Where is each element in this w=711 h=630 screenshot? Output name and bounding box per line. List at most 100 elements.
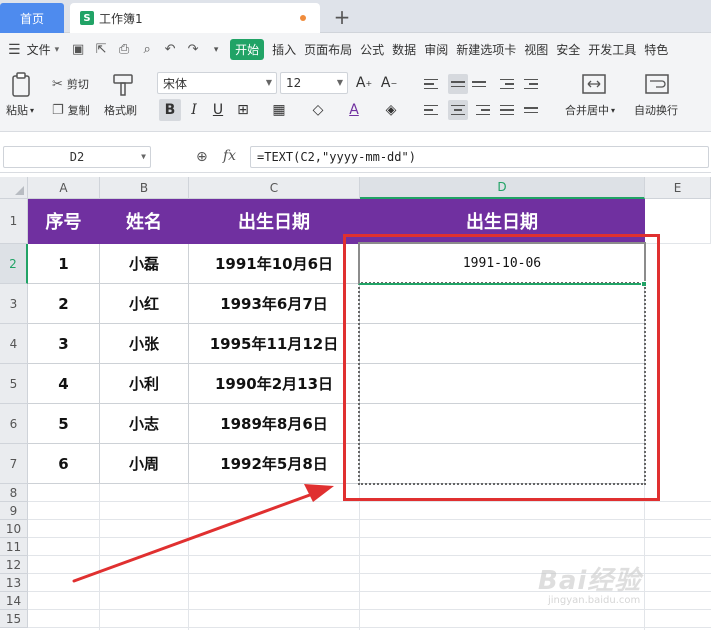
clear-format-icon[interactable]: ◈: [380, 99, 402, 121]
new-tab-button[interactable]: +: [330, 5, 354, 29]
row-header[interactable]: 13: [0, 574, 28, 592]
table-cell[interactable]: 6: [28, 444, 100, 484]
row-header[interactable]: 6: [0, 404, 28, 444]
column-header-b[interactable]: B: [100, 177, 189, 199]
table-cell[interactable]: 1995年11月12日: [189, 324, 360, 364]
file-menu[interactable]: 文件: [27, 41, 51, 58]
table-cell[interactable]: 小红: [100, 284, 189, 324]
row-header[interactable]: 11: [0, 538, 28, 556]
wrap-text-button[interactable]: 自动换行: [634, 102, 678, 118]
row-header[interactable]: 14: [0, 592, 28, 610]
menu-tab-formula[interactable]: 公式: [360, 41, 384, 58]
tab-home[interactable]: 首页: [0, 3, 64, 33]
save-icon[interactable]: ▣: [69, 41, 87, 59]
print-preview-icon[interactable]: ⌕: [138, 41, 156, 59]
table-cell[interactable]: 5: [28, 404, 100, 444]
chevron-down-icon[interactable]: ▾: [55, 45, 60, 55]
cell-a1-header[interactable]: 序号: [28, 199, 100, 244]
export-icon[interactable]: ⇱: [92, 41, 110, 59]
conditional-format-icon[interactable]: ▦: [268, 99, 290, 121]
row-header[interactable]: 12: [0, 556, 28, 574]
increase-font-icon[interactable]: A +: [353, 72, 375, 94]
row-header[interactable]: 7: [0, 444, 28, 484]
table-cell[interactable]: 2: [28, 284, 100, 324]
fx-icon[interactable]: fx: [223, 148, 236, 164]
cut-button[interactable]: ✂ 剪切: [52, 76, 89, 92]
menu-tab-data[interactable]: 数据: [392, 41, 416, 58]
zoom-icon[interactable]: ⊕: [196, 149, 208, 165]
border-icon[interactable]: ⊞: [232, 99, 254, 121]
cell-b1-header[interactable]: 姓名: [100, 199, 189, 244]
merge-center-button[interactable]: 合并居中 ▾: [565, 102, 615, 118]
table-cell[interactable]: 小磊: [100, 244, 189, 284]
align-right-icon[interactable]: [472, 100, 492, 120]
indent-increase-icon[interactable]: [524, 74, 544, 94]
table-cell[interactable]: 小志: [100, 404, 189, 444]
align-top-icon[interactable]: [424, 74, 444, 94]
row-header[interactable]: 3: [0, 284, 28, 324]
menu-tab-new-tab[interactable]: 新建选项卡: [456, 41, 516, 58]
align-left-icon[interactable]: [424, 100, 444, 120]
menu-tab-view[interactable]: 视图: [524, 41, 548, 58]
table-cell[interactable]: 1990年2月13日: [189, 364, 360, 404]
column-header-d[interactable]: D: [360, 177, 645, 199]
table-cell[interactable]: 小张: [100, 324, 189, 364]
menu-tab-security[interactable]: 安全: [556, 41, 580, 58]
format-painter-icon[interactable]: [112, 72, 136, 98]
row-header[interactable]: 15: [0, 610, 28, 628]
table-cell[interactable]: 1991年10月6日: [189, 244, 360, 284]
align-middle-icon[interactable]: [448, 74, 468, 94]
align-bottom-icon[interactable]: [472, 74, 492, 94]
bold-icon[interactable]: B: [159, 99, 181, 121]
quick-access-chevron-icon[interactable]: ▾: [207, 41, 225, 59]
font-size-select[interactable]: 12 ▼: [280, 72, 348, 94]
align-center-icon[interactable]: [448, 100, 468, 120]
row-header[interactable]: 5: [0, 364, 28, 404]
cell-c1-header[interactable]: 出生日期: [189, 199, 360, 244]
table-cell[interactable]: 1989年8月6日: [189, 404, 360, 444]
merge-center-icon[interactable]: [582, 72, 608, 96]
menu-tab-developer[interactable]: 开发工具: [588, 41, 636, 58]
menu-tab-insert[interactable]: 插入: [272, 41, 296, 58]
decrease-font-icon[interactable]: A −: [378, 72, 400, 94]
table-cell[interactable]: 4: [28, 364, 100, 404]
table-cell[interactable]: 小周: [100, 444, 189, 484]
distribute-icon[interactable]: [524, 100, 544, 120]
indent-decrease-icon[interactable]: [500, 74, 520, 94]
italic-icon[interactable]: I: [183, 99, 205, 121]
justify-icon[interactable]: [500, 100, 520, 120]
table-cell[interactable]: 小利: [100, 364, 189, 404]
font-name-select[interactable]: 宋体 ▼: [157, 72, 277, 94]
row-header[interactable]: 8: [0, 484, 28, 502]
menu-tab-review[interactable]: 审阅: [424, 41, 448, 58]
format-painter-button[interactable]: 格式刷: [104, 102, 137, 118]
hamburger-menu-icon[interactable]: ☰: [8, 42, 21, 58]
row-header[interactable]: 4: [0, 324, 28, 364]
paste-icon[interactable]: [10, 72, 38, 98]
select-all-corner[interactable]: [0, 177, 28, 199]
row-header[interactable]: 1: [0, 199, 28, 244]
paste-button[interactable]: 粘贴 ▾: [6, 102, 34, 118]
formula-input[interactable]: =TEXT(C2,"yyyy-mm-dd"): [250, 146, 709, 168]
row-header[interactable]: 9: [0, 502, 28, 520]
name-box[interactable]: D2 ▼: [3, 146, 151, 168]
column-header-c[interactable]: C: [189, 177, 360, 199]
row-header[interactable]: 10: [0, 520, 28, 538]
column-header-e[interactable]: E: [645, 177, 711, 199]
undo-icon[interactable]: ↶: [161, 41, 179, 59]
redo-icon[interactable]: ↷: [184, 41, 202, 59]
print-icon[interactable]: ⎙: [115, 41, 133, 59]
tab-workbook[interactable]: S 工作簿1: [70, 3, 320, 33]
copy-button[interactable]: ❐ 复制: [52, 102, 90, 118]
table-cell[interactable]: 1993年6月7日: [189, 284, 360, 324]
table-cell[interactable]: 1992年5月8日: [189, 444, 360, 484]
table-cell[interactable]: 1: [28, 244, 100, 284]
menu-tab-special[interactable]: 特色: [644, 41, 668, 58]
font-color-icon[interactable]: A: [343, 99, 365, 121]
table-cell[interactable]: 3: [28, 324, 100, 364]
underline-icon[interactable]: U: [207, 99, 229, 121]
wrap-text-icon[interactable]: [645, 72, 671, 96]
menu-tab-page-layout[interactable]: 页面布局: [304, 41, 352, 58]
fill-color-icon[interactable]: ◇: [307, 99, 329, 121]
row-header[interactable]: 2: [0, 244, 28, 284]
